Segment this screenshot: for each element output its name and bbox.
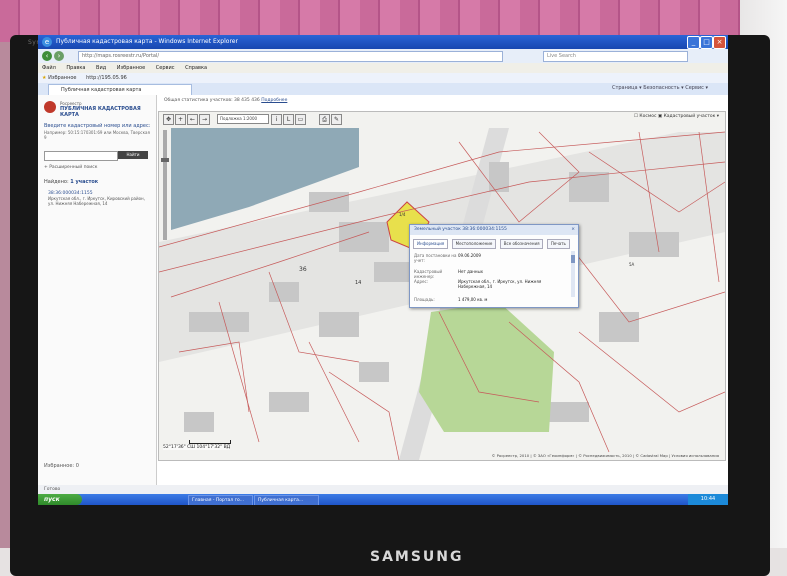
scale-bar bbox=[189, 440, 231, 444]
taskbar-item[interactable]: Публичная карта... bbox=[254, 495, 319, 505]
close-icon[interactable]: × bbox=[571, 225, 575, 235]
command-bar[interactable]: Страница ▾ Безопасность ▾ Сервис ▾ bbox=[612, 85, 708, 91]
taskbar: пуск Главная - Портал го... Публичная ка… bbox=[38, 494, 728, 505]
screen: e Публичная кадастровая карта - Windows … bbox=[38, 35, 728, 505]
maximize-icon[interactable]: □ bbox=[700, 36, 713, 49]
zoom-slider[interactable] bbox=[161, 130, 169, 240]
star-icon[interactable]: ★ bbox=[42, 75, 46, 81]
popup-row: Кадастровый инженер:Нет данных bbox=[414, 269, 484, 279]
zoom-in-icon[interactable]: + bbox=[175, 114, 186, 125]
map-label: 36 bbox=[299, 266, 307, 273]
favorites-label[interactable]: Избранное bbox=[48, 75, 76, 81]
area-icon[interactable]: ▭ bbox=[295, 114, 306, 125]
window-title: Публичная кадастровая карта - Windows In… bbox=[56, 38, 238, 45]
back-arrow-icon[interactable]: ← bbox=[187, 114, 198, 125]
menu-help[interactable]: Справка bbox=[185, 65, 207, 71]
favorite-link[interactable]: http://195.05.96 bbox=[86, 75, 127, 81]
popup-row: Адрес: Иркутская обл., г. Иркутск, ул. Ни… bbox=[414, 279, 542, 289]
minimize-icon[interactable]: _ bbox=[687, 36, 700, 49]
map-copyright: © Росреестр, 2010 | © ЗАО «Геоинформ» | … bbox=[491, 453, 719, 458]
map-label: 14 bbox=[355, 280, 362, 286]
scroll-thumb[interactable] bbox=[571, 255, 575, 263]
search-input[interactable]: Live Search bbox=[543, 51, 688, 62]
forward-icon[interactable]: › bbox=[54, 51, 64, 61]
menu-view[interactable]: Вид bbox=[96, 65, 106, 71]
result-address: Иркутская обл., г. Иркутск, Кировский ра… bbox=[48, 196, 145, 206]
popup-header: Земельный участок 38:36:000034:1155 × bbox=[410, 225, 578, 235]
statistics-link[interactable]: Подробнее bbox=[261, 98, 287, 103]
menu-bar: Файл Правка Вид Избранное Сервис Справка bbox=[38, 63, 728, 73]
selected-count: Избранное: 0 bbox=[44, 463, 79, 469]
menu-edit[interactable]: Правка bbox=[66, 65, 85, 71]
tab-all-designations[interactable]: Все обозначения bbox=[499, 239, 544, 249]
cadastral-map[interactable]: ✥ + ← → Подложка 1:2000 i L ▭ ⎙ ✎ ☐ Косм… bbox=[158, 111, 726, 461]
map-toolbar: ✥ + ← → Подложка 1:2000 i L ▭ ⎙ ✎ ☐ Косм… bbox=[159, 112, 725, 125]
rosreestr-logo bbox=[44, 101, 56, 113]
menu-file[interactable]: Файл bbox=[42, 65, 56, 71]
cadastral-search-input[interactable] bbox=[44, 151, 118, 161]
ie-icon: e bbox=[42, 37, 52, 47]
taskbar-item[interactable]: Главная - Портал го... bbox=[188, 495, 253, 505]
address-input[interactable]: http://maps.rosreestr.ru/Portal/ bbox=[78, 51, 503, 62]
app-name: ПУБЛИЧНАЯ КАДАСТРОВАЯ КАРТА bbox=[60, 106, 141, 118]
window-titlebar: e Публичная кадастровая карта - Windows … bbox=[38, 35, 728, 49]
search-hint: Например: 50:15:170301:69 или Москва, Тв… bbox=[44, 130, 150, 140]
tab-print[interactable]: Печать bbox=[546, 239, 570, 249]
search-label: Введите кадастровый номер или адрес: bbox=[44, 123, 151, 129]
map-label: 5А bbox=[629, 262, 635, 267]
menu-tools[interactable]: Сервис bbox=[156, 65, 175, 71]
page-header: Общая статистика участков: 38 435 436 По… bbox=[156, 95, 728, 107]
monitor-brand: SAMSUNG bbox=[370, 549, 464, 565]
address-bar: ‹ › http://maps.rosreestr.ru/Portal/ Liv… bbox=[38, 49, 728, 63]
parcel-info-popup: Земельный участок 38:36:000034:1155 × Ин… bbox=[409, 224, 579, 308]
start-button[interactable]: пуск bbox=[38, 494, 82, 505]
info-icon[interactable]: i bbox=[271, 114, 282, 125]
pencil-icon[interactable]: ✎ bbox=[331, 114, 342, 125]
close-icon[interactable]: × bbox=[713, 36, 726, 49]
popup-scrollbar[interactable] bbox=[571, 251, 575, 297]
measure-icon[interactable]: L bbox=[283, 114, 294, 125]
menu-favorites[interactable]: Избранное bbox=[117, 65, 145, 71]
statistics-text: Общая статистика участков: 38 435 436 bbox=[164, 98, 260, 103]
scale-select[interactable]: Подложка 1:2000 bbox=[217, 114, 269, 124]
search-result[interactable]: 38:36:000034:1155 Иркутская обл., г. Ирк… bbox=[48, 191, 152, 206]
popup-row: Дата постановки на учет:09.06.2009 bbox=[414, 253, 481, 263]
zoom-thumb[interactable] bbox=[161, 158, 169, 162]
popup-title: Земельный участок 38:36:000034:1155 bbox=[414, 227, 507, 232]
search-button[interactable]: Найти bbox=[118, 151, 148, 159]
tab-location[interactable]: Местоположение bbox=[451, 239, 497, 249]
web-page: Росреестр ПУБЛИЧНАЯ КАДАСТРОВАЯ КАРТА Вв… bbox=[38, 95, 728, 485]
tab-information[interactable]: Информация bbox=[413, 239, 449, 249]
favorites-bar: ★ Избранное http://195.05.96 bbox=[38, 73, 728, 83]
print-icon[interactable]: ⎙ bbox=[319, 114, 330, 125]
popup-row: Площадь: 1 479,00 кв. м bbox=[414, 297, 488, 302]
system-tray-clock: 10:44 bbox=[688, 494, 728, 505]
tab-bar: Публичная кадастровая карта Страница ▾ Б… bbox=[38, 83, 728, 96]
forward-arrow-icon[interactable]: → bbox=[199, 114, 210, 125]
map-coordinates: 52°17'36" СШ 104°17'32" ВД bbox=[163, 445, 231, 450]
green-parcels bbox=[419, 302, 554, 432]
layer-controls[interactable]: ☐ Космос ▣ Кадастровый участок ▾ bbox=[634, 114, 719, 119]
status-bar: Готово bbox=[38, 485, 728, 494]
pan-icon[interactable]: ✥ bbox=[163, 114, 174, 125]
sidebar: Росреестр ПУБЛИЧНАЯ КАДАСТРОВАЯ КАРТА Вв… bbox=[38, 95, 157, 485]
map-label: 1/4 bbox=[399, 212, 406, 217]
popup-tabs: Информация Местоположение Все обозначени… bbox=[413, 239, 572, 249]
advanced-search-link[interactable]: + Расширенный поиск bbox=[44, 165, 97, 170]
found-count: Найдено: 1 участок bbox=[44, 179, 99, 185]
back-icon[interactable]: ‹ bbox=[42, 51, 52, 61]
